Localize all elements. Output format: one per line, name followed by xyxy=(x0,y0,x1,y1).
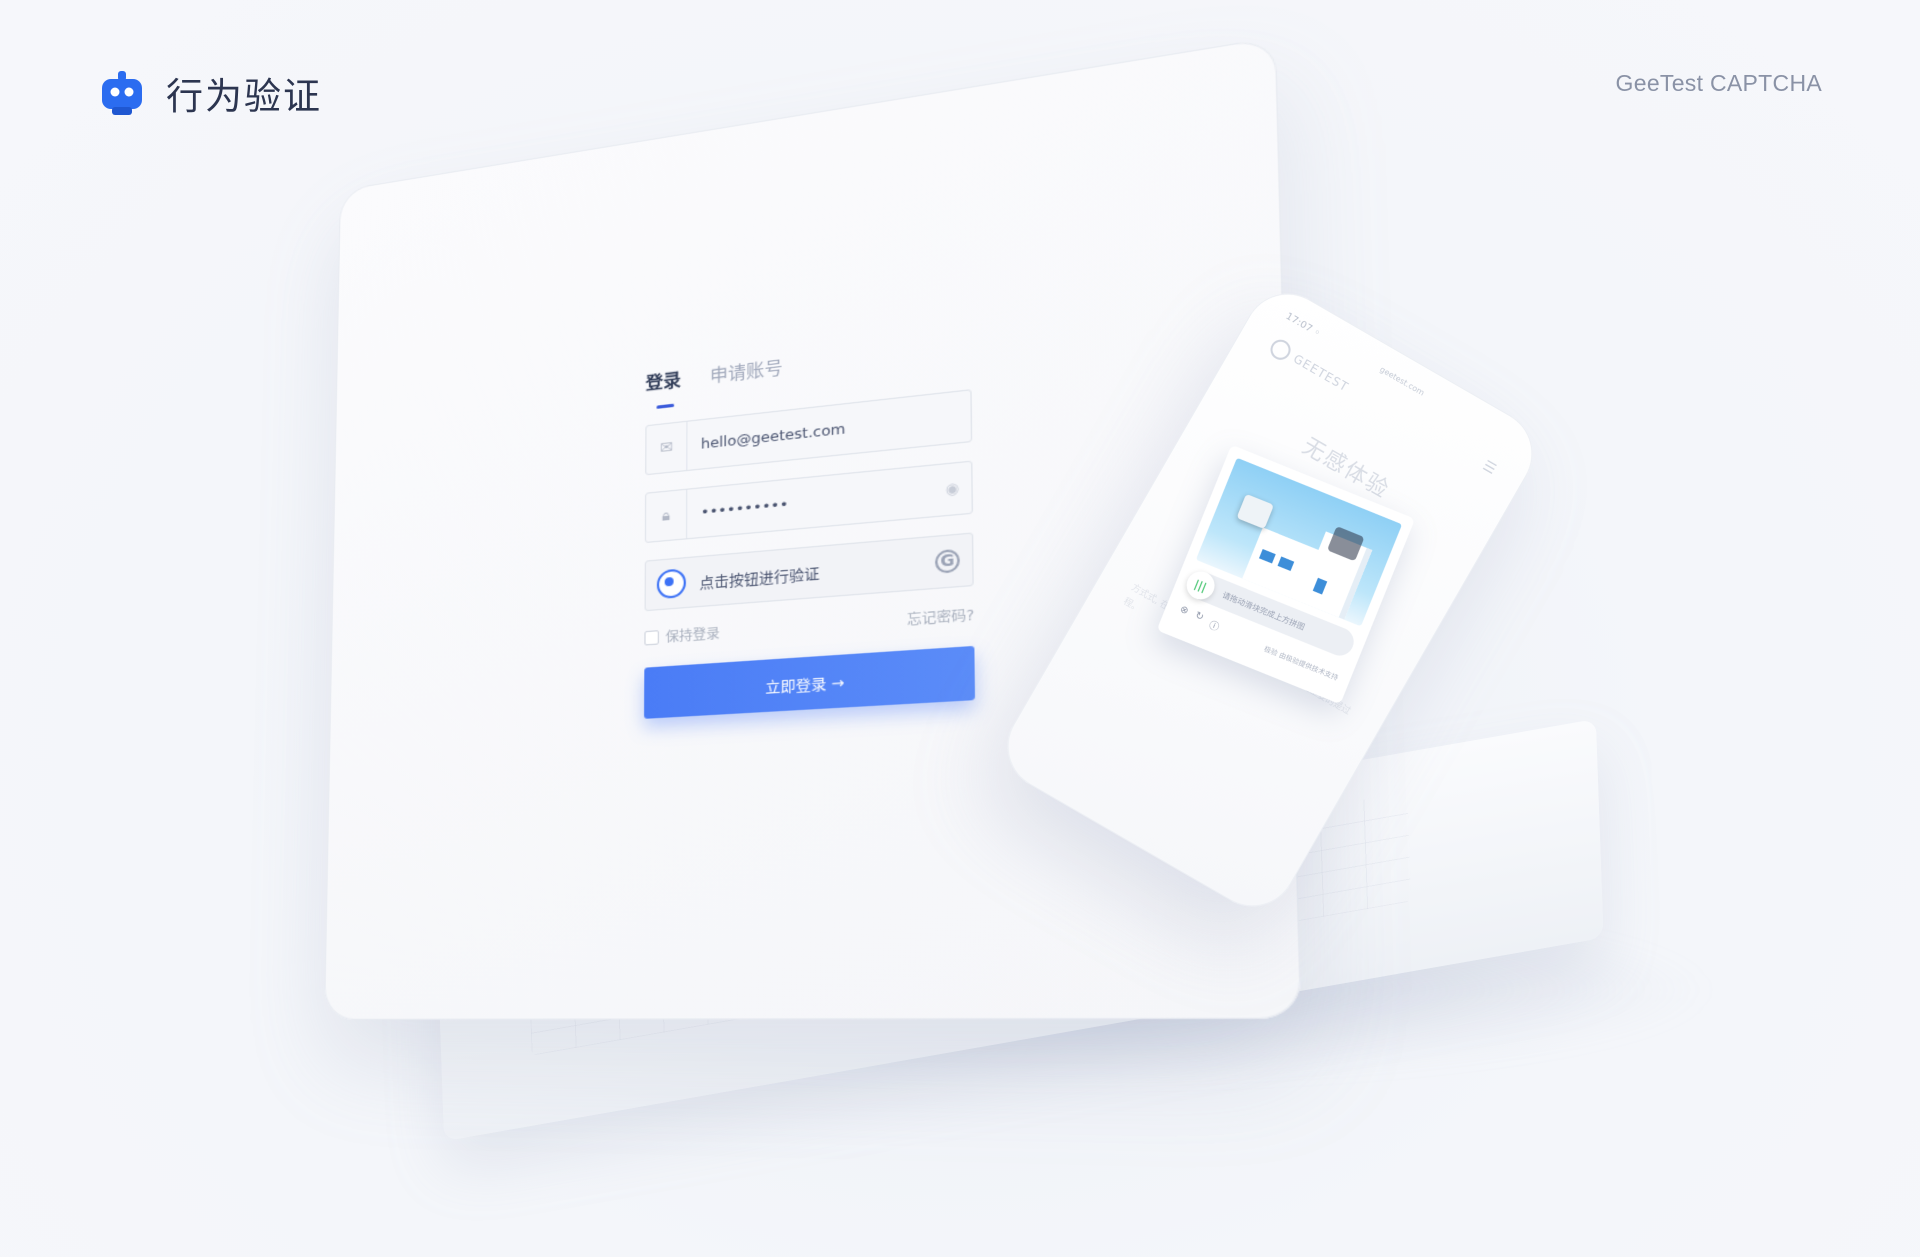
tab-register[interactable]: 申请账号 xyxy=(710,352,783,387)
window-shape xyxy=(1277,556,1295,572)
captcha-button[interactable]: 点击按钮进行验证 G xyxy=(644,532,974,612)
login-options: 保持登录 忘记密码? xyxy=(644,605,974,648)
checkbox-icon xyxy=(644,630,659,646)
eye-icon[interactable]: ◉ xyxy=(945,480,959,499)
login-button[interactable]: 立即登录 → xyxy=(644,645,975,719)
close-icon[interactable]: ⊗ xyxy=(1177,604,1190,621)
robot-logo-icon xyxy=(102,71,142,115)
login-form: 登录 申请账号 ✉ hello@geetest.com 🔒︎ •••••••••… xyxy=(644,330,975,719)
page-title: 行为验证 xyxy=(166,75,322,118)
captcha-radio-icon xyxy=(656,568,686,600)
email-field[interactable]: ✉ hello@geetest.com xyxy=(645,389,973,476)
brand[interactable]: 行为验证 xyxy=(98,68,322,118)
geetest-logo-icon: G xyxy=(934,548,960,574)
window-shape xyxy=(1312,577,1328,595)
phone-brand-name: GEETEST xyxy=(1290,351,1352,395)
remember-label: 保持登录 xyxy=(665,625,720,646)
slider-handle-icon[interactable]: ||| xyxy=(1182,567,1219,604)
product-link[interactable]: GeeTest CAPTCHA xyxy=(1616,70,1822,97)
login-tabs: 登录 申请账号 xyxy=(646,330,972,395)
page: 行为验证 GeeTest CAPTCHA 登录 申请账号 ✉ hello@gee… xyxy=(0,0,1920,1257)
tab-login[interactable]: 登录 xyxy=(646,365,681,395)
menu-icon[interactable]: ☰ xyxy=(1480,458,1499,478)
puzzle-piece[interactable] xyxy=(1236,493,1275,530)
email-value: hello@geetest.com xyxy=(700,420,846,453)
captcha-tools: ⊗ ↻ ⓘ xyxy=(1177,604,1222,634)
lock-icon: 🔒︎ xyxy=(645,489,688,542)
window-shape xyxy=(1258,548,1276,564)
mail-icon: ✉ xyxy=(646,421,688,475)
status-url: geetest.com xyxy=(1378,364,1426,398)
info-icon[interactable]: ⓘ xyxy=(1207,616,1222,634)
phone-brand: GEETEST xyxy=(1266,336,1353,397)
password-value: •••••••••• xyxy=(700,496,789,521)
forgot-password-link[interactable]: 忘记密码? xyxy=(907,605,974,630)
status-time: 17:07 ◦ xyxy=(1283,310,1322,340)
remember-checkbox[interactable]: 保持登录 xyxy=(644,623,720,647)
refresh-icon[interactable]: ↻ xyxy=(1192,610,1205,627)
geetest-logo-icon xyxy=(1266,336,1295,364)
captcha-label: 点击按钮进行验证 xyxy=(699,565,820,593)
password-field[interactable]: 🔒︎ •••••••••• ◉ xyxy=(644,460,973,544)
